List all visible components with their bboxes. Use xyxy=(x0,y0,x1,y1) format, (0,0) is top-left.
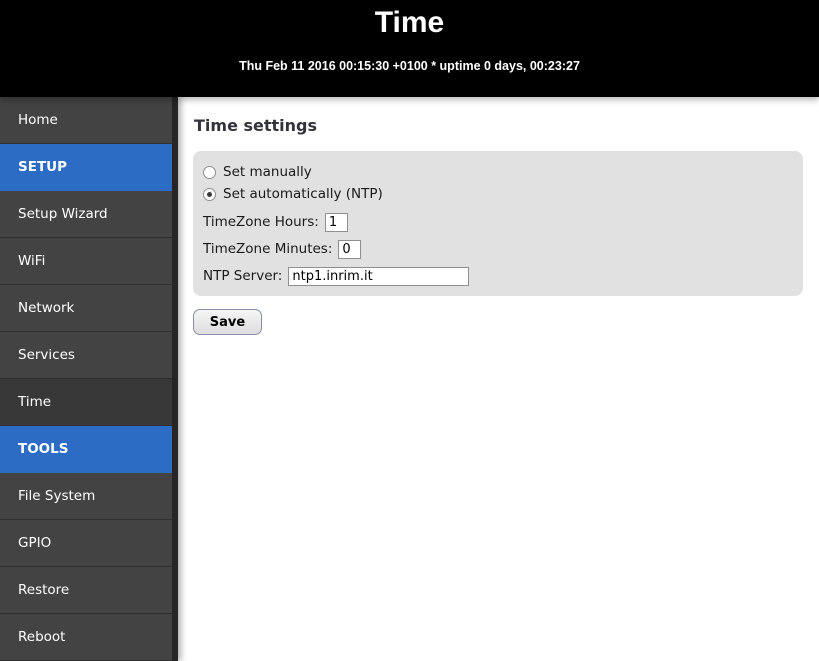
radio-row-set-automatically[interactable]: Set automatically (NTP) xyxy=(203,183,793,205)
sidebar-item-label: Home xyxy=(18,112,58,128)
page-title: Time xyxy=(374,6,445,39)
tz-hours-label: TimeZone Hours: xyxy=(203,214,319,230)
sidebar-item-file-system[interactable]: File System xyxy=(0,473,172,520)
sidebar-item-label: Network xyxy=(18,300,75,316)
page-header: Time Thu Feb 11 2016 00:15:30 +0100 * up… xyxy=(0,0,819,97)
sidebar-item-time[interactable]: Time xyxy=(0,379,172,426)
save-button[interactable]: Save xyxy=(193,309,262,335)
sidebar-item-label: File System xyxy=(18,488,96,504)
sidebar-item-label: WiFi xyxy=(18,253,46,269)
sidebar-item-label: GPIO xyxy=(18,535,52,551)
sidebar-section-label: SETUP xyxy=(18,159,68,175)
sidebar-item-label: Restore xyxy=(18,582,70,598)
tz-minutes-input[interactable] xyxy=(338,239,362,259)
tz-hours-input[interactable] xyxy=(324,212,348,232)
ntp-server-label: NTP Server: xyxy=(203,268,283,284)
header-status-line: Thu Feb 11 2016 00:15:30 +0100 * uptime … xyxy=(239,59,580,73)
sidebar-item-label: Setup Wizard xyxy=(18,206,108,222)
body-row: Home SETUP Setup Wizard WiFi Network Ser… xyxy=(0,97,819,661)
sidebar-section-setup[interactable]: SETUP xyxy=(0,144,172,191)
radio-label-set-automatically: Set automatically (NTP) xyxy=(223,186,383,202)
sidebar: Home SETUP Setup Wizard WiFi Network Ser… xyxy=(0,97,178,661)
sidebar-item-reboot[interactable]: Reboot xyxy=(0,614,172,661)
radio-button-icon[interactable] xyxy=(203,187,216,201)
sidebar-item-label: Reboot xyxy=(18,629,66,645)
ntp-server-input[interactable] xyxy=(288,266,470,286)
sidebar-item-wifi[interactable]: WiFi xyxy=(0,238,172,285)
field-row-tz-minutes: TimeZone Minutes: xyxy=(203,239,793,259)
sidebar-section-label: TOOLS xyxy=(18,441,69,457)
section-heading: Time settings xyxy=(194,116,318,135)
field-row-tz-hours: TimeZone Hours: xyxy=(203,212,793,232)
tz-minutes-label: TimeZone Minutes: xyxy=(203,241,333,257)
sidebar-item-services[interactable]: Services xyxy=(0,332,172,379)
radio-row-set-manually[interactable]: Set manually xyxy=(203,161,793,183)
sidebar-item-setup-wizard[interactable]: Setup Wizard xyxy=(0,191,172,238)
sidebar-section-tools[interactable]: TOOLS xyxy=(0,426,172,473)
radio-label-set-manually: Set manually xyxy=(223,164,312,180)
sidebar-item-label: Services xyxy=(18,347,75,363)
sidebar-item-restore[interactable]: Restore xyxy=(0,567,172,614)
main-content: Time settings Set manually Set automatic… xyxy=(178,97,819,661)
sidebar-item-label: Time xyxy=(18,394,52,410)
radio-button-icon[interactable] xyxy=(203,165,216,179)
time-settings-panel: Set manually Set automatically (NTP) Tim… xyxy=(193,151,803,296)
sidebar-item-network[interactable]: Network xyxy=(0,285,172,332)
sidebar-item-gpio[interactable]: GPIO xyxy=(0,520,172,567)
field-row-ntp-server: NTP Server: xyxy=(203,266,793,286)
sidebar-item-home[interactable]: Home xyxy=(0,97,172,144)
